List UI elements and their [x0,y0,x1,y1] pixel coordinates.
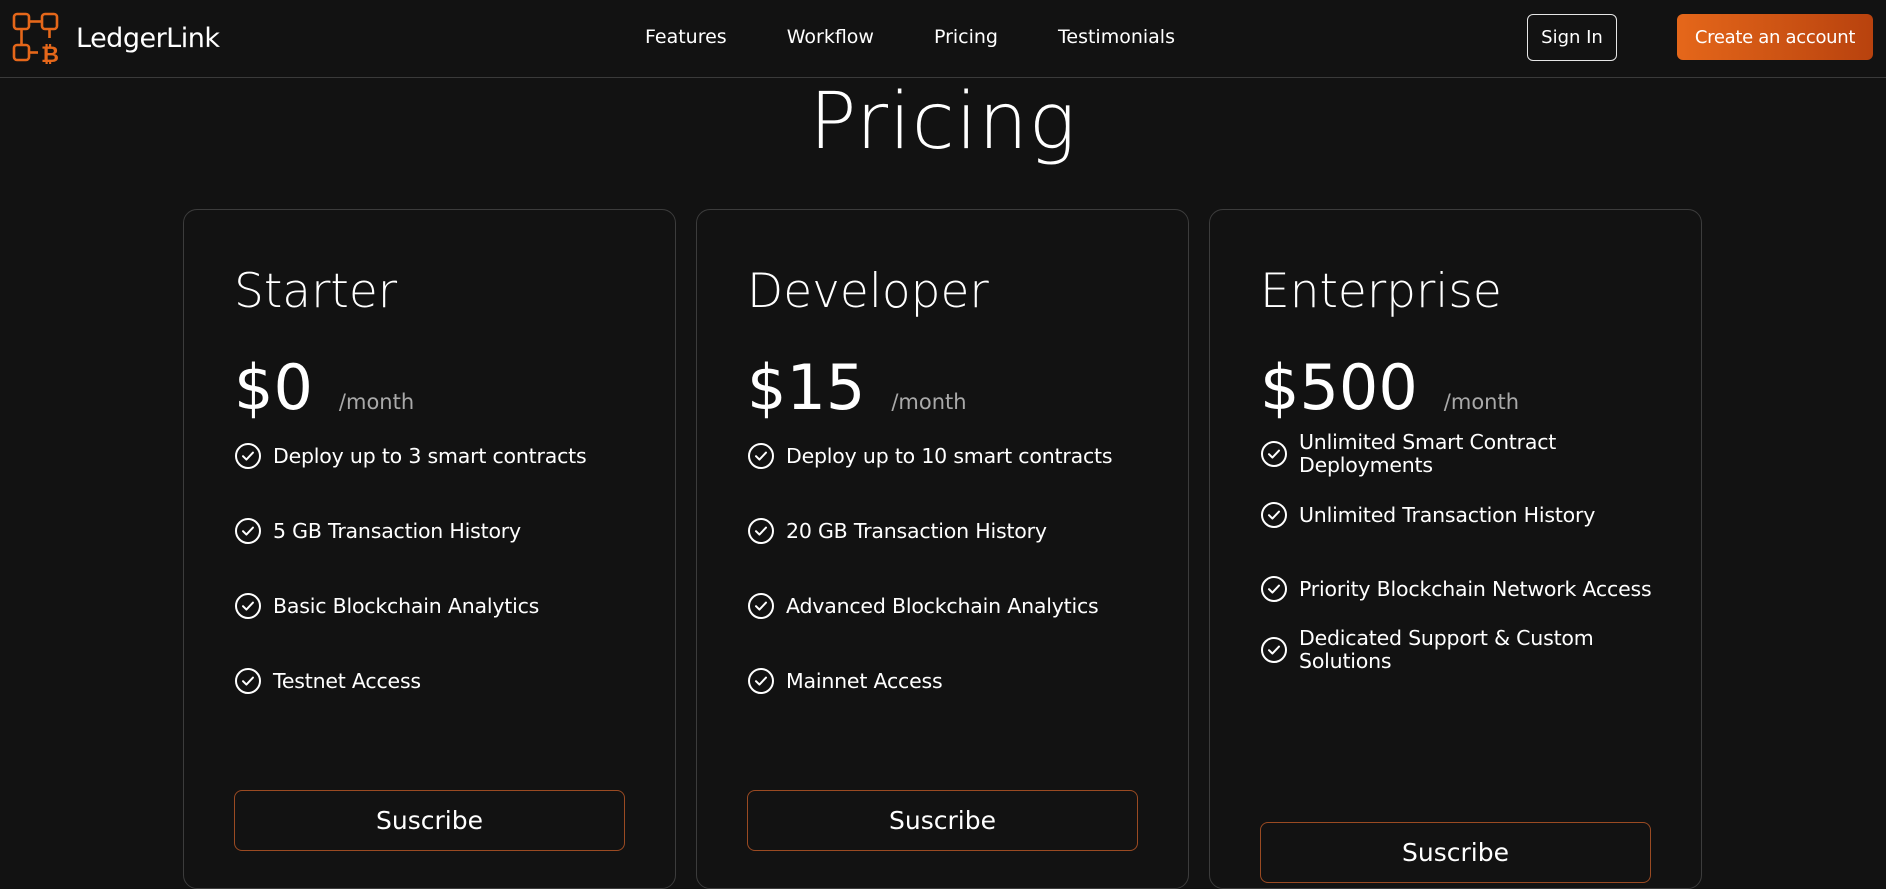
feature-label: Deploy up to 3 smart contracts [273,443,587,468]
feature-list: Unlimited Smart Contract Deployments Unl… [1260,431,1680,697]
main-nav: Features Workflow Pricing Testimonials [645,22,1175,52]
check-circle-icon [235,593,261,619]
feature-item: Mainnet Access [747,667,1167,695]
plan-period: /month [1443,390,1520,414]
pricing-card-enterprise: Enterprise $500 /month Unlimited Smart C… [1209,209,1702,889]
nav-link-testimonials[interactable]: Testimonials [1058,22,1175,52]
feature-item: Dedicated Support & Custom Solutions [1260,627,1680,673]
feature-item: 20 GB Transaction History [747,517,1167,545]
pricing-card-developer: Developer $15 /month Deploy up to 10 sma… [696,209,1189,889]
brand-name: LedgerLink [76,22,220,54]
feature-item: Testnet Access [234,667,654,695]
nav-link-pricing[interactable]: Pricing [934,22,998,52]
feature-item: Unlimited Smart Contract Deployments [1260,431,1680,477]
price-row: $500 /month [1260,348,1519,428]
feature-item: Unlimited Transaction History [1260,501,1680,529]
check-circle-icon [235,443,261,469]
feature-label: Mainnet Access [786,668,943,693]
feature-label: Deploy up to 10 smart contracts [786,443,1113,468]
feature-item: Deploy up to 10 smart contracts [747,442,1167,470]
plan-name: Enterprise [1260,264,1502,319]
feature-item: Basic Blockchain Analytics [234,592,654,620]
plan-name: Developer [747,264,989,319]
bitcoin-circuit-logo-icon: ₿ [12,12,59,64]
pricing-card-starter: Starter $0 /month Deploy up to 3 smart c… [183,209,676,889]
feature-list: Deploy up to 3 smart contracts 5 GB Tran… [234,442,654,742]
plan-period: /month [891,390,967,414]
feature-item: Priority Blockchain Network Access [1260,575,1680,603]
feature-label: Testnet Access [273,668,421,693]
feature-label: Unlimited Transaction History [1299,502,1596,527]
feature-list: Deploy up to 10 smart contracts 20 GB Tr… [747,442,1167,742]
feature-label: Unlimited Smart Contract Deployments [1299,430,1557,477]
feature-label: Advanced Blockchain Analytics [786,593,1099,618]
nav-link-workflow[interactable]: Workflow [787,22,874,52]
check-circle-icon [748,443,774,469]
feature-label: 5 GB Transaction History [273,518,521,543]
feature-label: Priority Blockchain Network Access [1299,576,1652,601]
feature-item: Deploy up to 3 smart contracts [234,442,654,470]
subscribe-button-enterprise[interactable]: Suscribe [1260,822,1651,883]
check-circle-icon [1261,441,1287,467]
create-account-button[interactable]: Create an account [1677,14,1873,60]
check-circle-icon [1261,502,1287,528]
subscribe-button-developer[interactable]: Suscribe [747,790,1138,851]
plan-price: $0 [234,351,313,424]
check-circle-icon [235,668,261,694]
feature-label: Dedicated Support & Custom Solutions [1299,626,1594,673]
subscribe-button-starter[interactable]: Suscribe [234,790,625,851]
plan-period: /month [338,390,415,414]
check-circle-icon [748,518,774,544]
check-circle-icon [748,593,774,619]
sign-in-button[interactable]: Sign In [1527,14,1617,61]
check-circle-icon [235,518,261,544]
price-row: $15 /month [747,348,967,428]
svg-text:₿: ₿ [41,43,59,64]
check-circle-icon [748,668,774,694]
feature-label: Basic Blockchain Analytics [273,593,540,618]
nav-link-features[interactable]: Features [645,22,727,52]
plan-name: Starter [234,264,398,319]
check-circle-icon [1261,576,1287,602]
check-circle-icon [1261,637,1287,663]
feature-item: 5 GB Transaction History [234,517,654,545]
brand[interactable]: ₿ LedgerLink [12,12,220,64]
navbar: ₿ LedgerLink Features Workflow Pricing T… [0,0,1886,78]
feature-item: Advanced Blockchain Analytics [747,592,1167,620]
page-title: Pricing [809,77,1077,167]
feature-label: 20 GB Transaction History [786,518,1047,543]
price-row: $0 /month [234,348,414,428]
plan-price: $500 [1260,351,1418,424]
plan-price: $15 [747,351,866,424]
